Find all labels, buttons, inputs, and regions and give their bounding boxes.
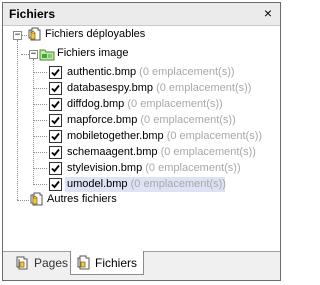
collapse-toggle-root[interactable]: − — [13, 31, 22, 40]
checkmark-icon — [51, 148, 60, 157]
panel-tab-bar: Pages Fichiers — [3, 251, 280, 280]
tree-connector — [33, 152, 47, 153]
files-tree: − Fichiers déployables − Fichiers image — [3, 26, 280, 226]
file-row[interactable]: databasespy.bmp (0 emplacement(s)) — [49, 81, 269, 97]
file-checkbox[interactable] — [49, 66, 62, 79]
tree-node-image-folder-label: Fichiers image — [57, 47, 129, 59]
file-row[interactable]: authentic.bmp (0 emplacement(s)) — [49, 65, 269, 81]
panel-title: Fichiers — [9, 7, 56, 21]
file-row[interactable]: schemaagent.bmp (0 emplacement(s)) — [49, 145, 269, 161]
checkmark-icon — [51, 100, 60, 109]
document-stack-icon — [30, 192, 43, 206]
panel-titlebar: Fichiers × — [3, 3, 280, 26]
tab-fichiers-label: Fichiers — [95, 256, 138, 270]
file-count: (0 emplacement(s)) — [156, 82, 252, 94]
pages-icon — [16, 256, 28, 270]
file-name: umodel.bmp — [67, 178, 128, 190]
tree-node-root[interactable]: Fichiers déployables — [27, 27, 227, 43]
tree-connector — [33, 168, 47, 169]
tab-pages-label: Pages — [34, 256, 69, 270]
file-checkbox[interactable] — [49, 114, 62, 127]
file-count: (0 emplacement(s)) — [140, 114, 236, 126]
checkmark-icon — [51, 68, 60, 77]
checkmark-icon — [51, 180, 60, 189]
file-count: (0 emplacement(s)) — [160, 146, 256, 158]
file-name: authentic.bmp — [67, 66, 137, 78]
file-count: (0 emplacement(s)) — [139, 66, 235, 78]
tree-connector — [33, 120, 47, 121]
tree-node-other-files-label: Autres fichiers — [47, 193, 117, 205]
file-name: diffdog.bmp — [67, 98, 125, 110]
file-count: (0 emplacement(s)) — [166, 130, 263, 142]
checkmark-icon — [51, 116, 60, 125]
files-icon — [77, 255, 90, 270]
fichiers-panel: Fichiers × − Fichiers déployables − Fich… — [2, 2, 281, 281]
tree-connector — [17, 40, 18, 200]
tree-connector — [33, 184, 47, 185]
file-count: (0 emplacement(s)) — [127, 98, 223, 110]
file-row[interactable]: diffdog.bmp (0 emplacement(s)) — [49, 97, 269, 113]
tree-connector — [17, 200, 29, 201]
file-checkbox[interactable] — [49, 162, 62, 175]
checkmark-icon — [51, 132, 60, 141]
tree-connector — [33, 104, 47, 105]
image-folder-icon — [39, 49, 55, 61]
tree-connector — [21, 54, 29, 55]
tab-pages[interactable]: Pages — [10, 251, 70, 275]
file-row-selected[interactable]: umodel.bmp (0 emplacement(s)) — [49, 177, 269, 193]
file-checkbox[interactable] — [49, 178, 62, 191]
tree-connector — [33, 88, 47, 89]
checkmark-icon — [51, 84, 60, 93]
tree-node-image-folder[interactable]: Fichiers image — [39, 46, 199, 62]
file-checkbox[interactable] — [49, 146, 62, 159]
collapse-toggle-images[interactable]: − — [29, 50, 38, 59]
file-row[interactable]: mobiletogether.bmp (0 emplacement(s)) — [49, 129, 269, 145]
file-checkbox[interactable] — [49, 130, 62, 143]
tree-connector — [33, 59, 34, 185]
file-count: (0 emplacement(s)) — [130, 178, 226, 190]
file-name: mapforce.bmp — [67, 114, 138, 126]
file-name: databasespy.bmp — [67, 82, 154, 94]
file-name: mobiletogether.bmp — [67, 130, 164, 142]
tree-node-root-label: Fichiers déployables — [45, 28, 146, 40]
file-checkbox[interactable] — [49, 98, 62, 111]
tab-fichiers[interactable]: Fichiers — [70, 251, 144, 275]
tree-connector — [33, 72, 47, 73]
tree-connector — [33, 136, 47, 137]
file-row[interactable]: mapforce.bmp (0 emplacement(s)) — [49, 113, 269, 129]
close-icon[interactable]: × — [260, 5, 276, 21]
file-row[interactable]: stylevision.bmp (0 emplacement(s)) — [49, 161, 269, 177]
file-checkbox[interactable] — [49, 82, 62, 95]
document-stack-icon — [28, 27, 41, 41]
file-count: (0 emplacement(s)) — [145, 162, 241, 174]
file-name: schemaagent.bmp — [67, 146, 158, 158]
tree-node-other-files[interactable]: Autres fichiers — [29, 192, 189, 208]
checkmark-icon — [51, 164, 60, 173]
file-name: stylevision.bmp — [67, 162, 143, 174]
